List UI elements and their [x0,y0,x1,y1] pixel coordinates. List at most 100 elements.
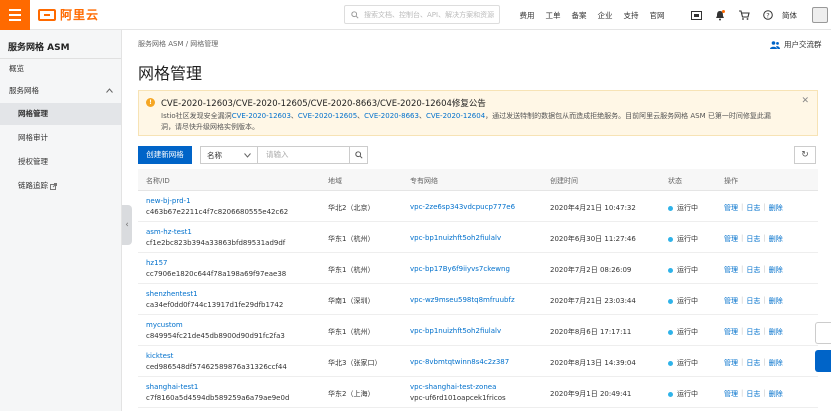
nav-link-fees[interactable]: 费用 [514,10,540,21]
mesh-vpc-link[interactable]: vpc-bp17By6f9iiyvs7ckewng [410,265,510,273]
search-icon [354,151,363,159]
manage-link[interactable]: 管理 [724,327,738,337]
floating-help-icon[interactable] [815,350,831,372]
cve-link-3[interactable]: CVE-2020-8663 [364,112,419,120]
global-search-input[interactable]: 搜索文档、控制台、API、解决方案和资源 [344,5,500,24]
notification-bell-icon[interactable] [708,0,732,30]
mesh-name-link[interactable]: asm-hz-test1 [146,228,192,236]
log-link[interactable]: 日志 [746,327,760,337]
delete-link[interactable]: 删除 [769,234,783,244]
language-switch[interactable]: 简体 [782,10,797,21]
table-toolbar: 创建新网格 名称 请输入 [138,146,368,164]
cve-link-4[interactable]: CVE-2020-12604 [426,112,485,120]
mesh-name-link[interactable]: hz157 [146,259,167,267]
delete-link[interactable]: 删除 [769,296,783,306]
manage-link[interactable]: 管理 [724,296,738,306]
status-badge: 运行中 [668,327,698,337]
log-link[interactable]: 日志 [746,234,760,244]
mesh-vpc-link[interactable]: vpc-2ze6sp343vdcpucp777e6 [410,203,515,211]
status-dot-icon [668,236,673,242]
status-dot-icon [668,391,673,397]
status-badge: 运行中 [668,389,698,399]
mesh-created-time: 2020年7月21日 23:03:44 [550,297,636,305]
log-link[interactable]: 日志 [746,296,760,306]
create-mesh-button[interactable]: 创建新网格 [138,146,192,164]
help-icon[interactable]: ? [756,0,780,30]
delete-link[interactable]: 删除 [769,358,783,368]
user-group-label: 用户交流群 [784,40,822,49]
sidebar-item-overview[interactable]: 概览 [0,58,121,80]
chat-icon[interactable] [815,322,831,344]
sidebar-item-mesh-management[interactable]: 网格管理 [0,103,121,125]
mesh-vpc-link[interactable]: vpc-bp1nuizhft5oh2fiulalv [410,327,501,335]
mesh-vpc-link[interactable]: vpc-shanghai-test-zonea [410,383,496,391]
log-link[interactable]: 日志 [746,265,760,275]
nav-link-tickets[interactable]: 工单 [540,10,566,21]
aliyun-logo[interactable]: 阿里云 [38,6,99,23]
nav-link-support[interactable]: 支持 [618,10,644,21]
filter-search-button[interactable] [350,146,368,164]
row-actions: 管理 | 日志 | 删除 [724,358,783,368]
screen-icon[interactable] [684,0,708,30]
mesh-created-time: 2020年4月21日 10:47:32 [550,204,636,212]
mesh-name-link[interactable]: shenzhentest1 [146,290,198,298]
status-text: 运行中 [677,266,698,274]
mesh-id: c849954fc21de45db8900d90d91fc2fa3 [146,332,285,340]
cve-link-1[interactable]: CVE-2020-12603 [232,112,291,120]
status-badge: 运行中 [668,234,698,244]
nav-link-icp[interactable]: 备案 [566,10,592,21]
col-header-created: 创建时间 [550,177,578,185]
sidebar-item-mesh-audit[interactable]: 网格审计 [0,127,121,149]
refresh-icon: ↻ [801,150,809,160]
delete-link[interactable]: 删除 [769,203,783,213]
mesh-name-link[interactable]: new-bj-prd-1 [146,197,191,205]
sidebar-item-authorization[interactable]: 授权管理 [0,151,121,173]
cart-icon[interactable] [732,0,756,30]
mesh-vpc-link[interactable]: vpc-8vbmtqtwinn8s4c2z387 [410,358,509,366]
delete-link[interactable]: 删除 [769,327,783,337]
mesh-vpc-link[interactable]: vpc-bp1nuizhft5oh2fiulalv [410,234,501,242]
col-header-vpc: 专有网络 [410,177,438,185]
refresh-button[interactable]: ↻ [794,146,816,164]
breadcrumb[interactable]: 服务网格 ASM / 网格管理 [138,39,218,49]
mesh-created-time: 2020年8月6日 17:17:11 [550,328,632,336]
log-link[interactable]: 日志 [746,358,760,368]
mesh-region: 华北3（张家口） [328,359,382,367]
close-icon[interactable]: ✕ [801,96,809,106]
delete-link[interactable]: 删除 [769,265,783,275]
user-group-link[interactable]: 用户交流群 [770,39,822,50]
mesh-created-time: 2020年6月30日 11:27:46 [550,235,636,243]
sidebar-item-tracing[interactable]: 链路追踪 [0,175,121,197]
manage-link[interactable]: 管理 [724,358,738,368]
delete-link[interactable]: 删除 [769,389,783,399]
cve-link-2[interactable]: CVE-2020-12605 [298,112,357,120]
users-icon [770,40,780,49]
manage-link[interactable]: 管理 [724,265,738,275]
mesh-name-link[interactable]: kicktest [146,352,173,360]
chevron-left-icon: ‹ [125,220,129,230]
mesh-created-time: 2020年7月2日 08:26:09 [550,266,632,274]
log-link[interactable]: 日志 [746,203,760,213]
mesh-vpc-link[interactable]: vpc-wz9mseu598tq8mfruubfz [410,296,515,304]
mesh-name-link[interactable]: shanghai-test1 [146,383,198,391]
status-badge: 运行中 [668,296,698,306]
row-actions: 管理 | 日志 | 删除 [724,389,783,399]
mesh-vpc-id: vpc-uf6rd101oapcek1fricos [410,394,506,402]
user-avatar[interactable] [812,7,828,23]
nav-link-official-site[interactable]: 官网 [644,10,670,21]
filter-field-select[interactable]: 名称 [200,146,258,164]
log-link[interactable]: 日志 [746,389,760,399]
sidebar-group-service-mesh[interactable]: 服务网格 [0,80,121,102]
manage-link[interactable]: 管理 [724,203,738,213]
manage-link[interactable]: 管理 [724,234,738,244]
filter-input[interactable]: 请输入 [258,146,350,164]
sidebar-collapse-handle[interactable]: ‹ [122,205,132,245]
mesh-name-link[interactable]: mycustom [146,321,183,329]
sidebar-item-label: 概览 [9,64,24,73]
search-placeholder: 搜索文档、控制台、API、解决方案和资源 [364,10,495,19]
mesh-id: cc7906e1820c644f78a198a69f97eae38 [146,270,287,278]
nav-link-enterprise[interactable]: 企业 [592,10,618,21]
manage-link[interactable]: 管理 [724,389,738,399]
hamburger-menu-icon[interactable] [0,0,30,30]
status-dot-icon [668,267,673,273]
